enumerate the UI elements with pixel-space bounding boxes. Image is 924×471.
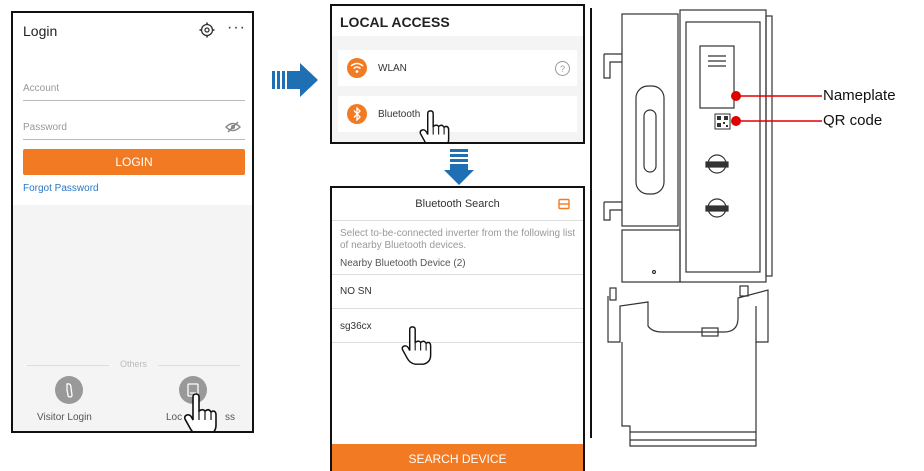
nameplate-label: Nameplate <box>823 87 896 104</box>
qr-code-label: QR code <box>823 112 883 129</box>
bluetooth-search-screen: Bluetooth Search Select to-be-connected … <box>330 186 585 471</box>
wlan-option[interactable]: WLAN ? <box>338 50 577 86</box>
local-access-label-partial[interactable]: ss <box>225 412 235 423</box>
arrow-down-icon <box>444 149 474 185</box>
nearby-device-count: Nearby Bluetooth Device (2) <box>340 258 466 269</box>
forgot-password-link[interactable]: Forgot Password <box>23 183 99 194</box>
divider <box>332 220 583 221</box>
hide-password-icon[interactable] <box>225 121 241 133</box>
password-input[interactable]: Password <box>23 122 67 133</box>
inverter-diagram <box>603 9 822 447</box>
divider <box>27 365 109 366</box>
bluetooth-icon <box>347 104 367 124</box>
arrow-right-icon <box>272 63 318 97</box>
wlan-label: WLAN <box>378 63 407 74</box>
bluetooth-search-title: Bluetooth Search <box>415 198 500 210</box>
visitor-login-label[interactable]: Visitor Login <box>37 412 92 423</box>
device-item[interactable]: sg36cx <box>340 321 372 332</box>
divider <box>332 342 583 343</box>
hand-pointer-icon <box>401 326 432 365</box>
more-options-icon[interactable]: ··· <box>227 19 246 37</box>
device-item[interactable]: NO SN <box>340 286 372 297</box>
bluetooth-label: Bluetooth <box>378 109 421 120</box>
login-screen: Login ··· Account Password LOGIN Forgot … <box>11 11 254 433</box>
help-icon[interactable]: ? <box>555 61 570 76</box>
password-underline <box>23 139 245 140</box>
login-button[interactable]: LOGIN <box>23 149 245 175</box>
local-access-screen: LOCAL ACCESS WLAN ? Bluetooth <box>330 4 585 144</box>
divider <box>158 365 240 366</box>
bluetooth-option[interactable]: Bluetooth <box>338 96 577 132</box>
scan-menu-icon[interactable] <box>558 198 570 210</box>
wifi-icon <box>347 58 367 78</box>
account-underline <box>23 100 245 101</box>
search-device-button[interactable]: SEARCH DEVICE <box>332 444 583 471</box>
local-access-title: LOCAL ACCESS <box>340 14 450 30</box>
bluetooth-description: Select to-be-connected inverter from the… <box>340 228 576 251</box>
hand-pointer-icon <box>183 393 217 431</box>
login-title: Login <box>23 23 58 39</box>
gear-icon[interactable] <box>199 22 215 38</box>
local-access-label-partial[interactable]: Loc <box>166 412 182 423</box>
divider <box>332 308 583 309</box>
divider <box>332 274 583 275</box>
others-label: Others <box>120 359 148 369</box>
panel-divider <box>590 8 592 438</box>
hand-pointer-icon <box>419 110 450 142</box>
visitor-login-icon[interactable] <box>55 376 83 404</box>
account-input[interactable]: Account <box>23 83 59 94</box>
